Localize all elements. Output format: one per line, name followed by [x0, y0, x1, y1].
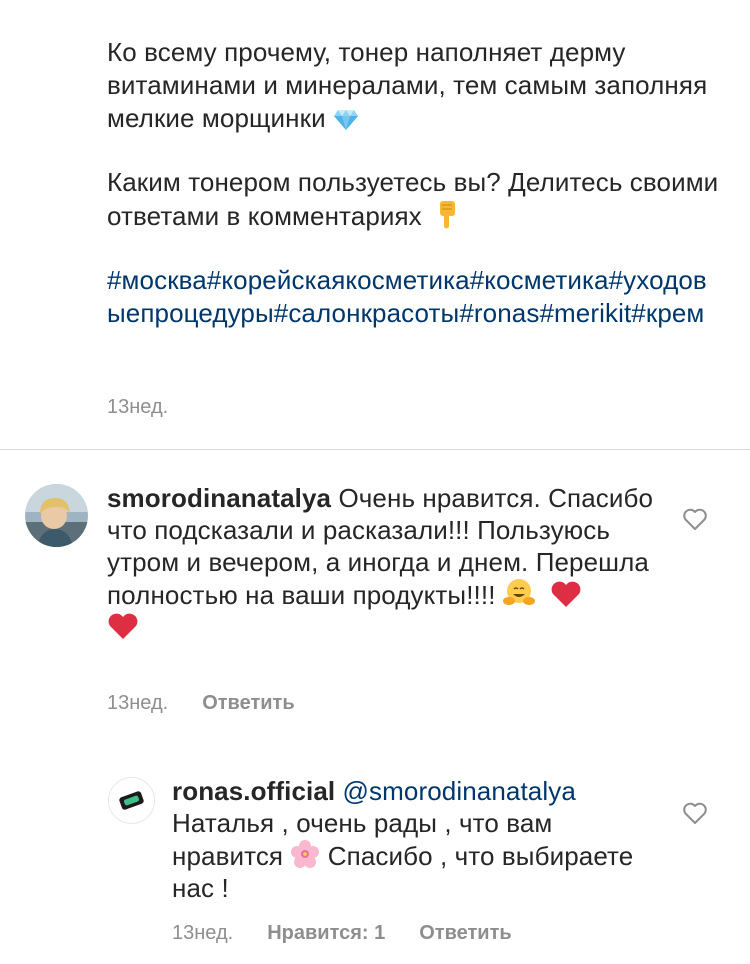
hashtag-link[interactable]: #салонкрасоты: [274, 298, 460, 328]
reply-button[interactable]: Ответить: [419, 922, 511, 945]
cherry-blossom-icon: [291, 840, 320, 868]
likes-count[interactable]: Нравится: 1: [267, 922, 385, 945]
post-meta: 13нед.: [107, 396, 168, 419]
reply-button[interactable]: Ответить: [202, 692, 294, 715]
reply-body: ronas.official @smorodinanatalya Наталья…: [172, 775, 642, 904]
hugging-face-icon: [502, 579, 535, 605]
red-heart-icon: [551, 581, 580, 607]
comment-timestamp: 13нед.: [172, 922, 234, 944]
red-heart-icon: [108, 613, 138, 639]
post-caption: Ко всему прочему, тонер наполняет дерму …: [107, 36, 727, 330]
caption-text-1: Ко всему прочему, тонер наполняет дерму …: [107, 37, 708, 133]
comment-body: smorodinanatalya Очень нравится. Спасибо…: [107, 482, 655, 643]
hashtag-link[interactable]: #корейскаякосметика: [207, 265, 470, 295]
pointing-down-icon: [440, 201, 456, 229]
avatar[interactable]: [25, 484, 88, 547]
avatar[interactable]: [108, 777, 155, 824]
caption-paragraph-1: Ко всему прочему, тонер наполняет дерму …: [107, 36, 727, 135]
hashtag-link[interactable]: #крем: [631, 298, 704, 328]
comment-timestamp: 13нед.: [107, 692, 169, 714]
caption-paragraph-2: Каким тонером пользуетесь вы? Делитесь с…: [107, 166, 727, 233]
hashtag-link[interactable]: #ronas: [459, 298, 539, 328]
comment-meta: 13нед. Ответить: [107, 692, 295, 715]
hashtag-link[interactable]: #merikit: [539, 298, 631, 328]
caption-text-2: Каким тонером пользуетесь вы? Делитесь с…: [107, 167, 719, 231]
comment-username[interactable]: smorodinanatalya: [107, 483, 331, 513]
gem-icon: [334, 110, 359, 130]
like-heart-icon[interactable]: [682, 507, 708, 531]
hashtag-link[interactable]: #москва: [107, 265, 207, 295]
comment-username[interactable]: ronas.official: [172, 776, 335, 806]
hashtag-link[interactable]: #косметика: [470, 265, 609, 295]
hashtag-list: #москва#корейскаякосметика#косметика#ухо…: [107, 264, 717, 330]
divider: [0, 449, 750, 450]
reply-meta: 13нед. Нравится: 1 Ответить: [172, 922, 512, 945]
like-heart-icon[interactable]: [682, 801, 708, 825]
mention-link[interactable]: @smorodinanatalya: [343, 776, 576, 806]
post-timestamp: 13нед.: [107, 396, 169, 418]
